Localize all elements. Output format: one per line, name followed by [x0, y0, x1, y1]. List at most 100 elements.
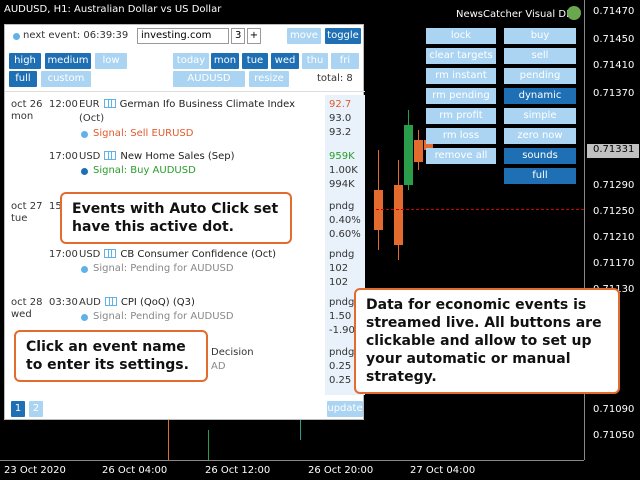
event-forecast: 1.00K — [329, 165, 358, 176]
source-select[interactable]: investing.com — [137, 28, 229, 44]
signal-dot — [81, 314, 88, 321]
event-time: 12:00 — [49, 99, 78, 110]
page-2-button[interactable]: 2 — [29, 401, 43, 417]
clear-targets-button[interactable]: clear targets — [426, 48, 496, 64]
time-label: 26 Oct 12:00 — [205, 465, 271, 476]
update-button[interactable]: update — [327, 401, 363, 417]
dynamic-button[interactable]: dynamic — [504, 88, 576, 104]
event-count-input[interactable]: 3 — [231, 28, 245, 44]
callout-auto-click: Events with Auto Click set have this act… — [60, 192, 292, 244]
simple-button[interactable]: simple — [504, 108, 576, 124]
filter-full-button[interactable]: full — [9, 71, 37, 87]
event-previous: 0.60% — [329, 229, 361, 240]
event-time: 03:30 — [49, 297, 78, 308]
callout-streamed: Data for economic events is streamed liv… — [354, 288, 620, 394]
event-signal: Signal: Pending for AUDUSD — [93, 263, 234, 274]
price-label: 0.71290 — [593, 180, 635, 191]
candle — [394, 185, 403, 245]
move-button[interactable]: move — [287, 28, 321, 44]
buy-button[interactable]: buy — [504, 28, 576, 44]
indicator-icon[interactable] — [567, 6, 581, 20]
event-currency: USD — [79, 249, 101, 260]
rm-loss-button[interactable]: rm loss — [426, 128, 496, 144]
time-label: 26 Oct 20:00 — [308, 465, 374, 476]
candle — [374, 190, 383, 230]
event-row[interactable]: EUR German Ifo Business Climate Index — [79, 99, 295, 110]
price-label: 0.71370 — [593, 88, 635, 99]
event-name[interactable]: Decision — [211, 347, 254, 358]
status-dot — [13, 33, 20, 40]
event-signal: Signal: Pending for AUDUSD — [93, 311, 234, 322]
price-label: 0.71470 — [593, 6, 635, 17]
symbol-button[interactable]: AUDUSD — [173, 71, 245, 87]
lock-button[interactable]: lock — [426, 28, 496, 44]
event-name-cont[interactable]: (Oct) — [79, 113, 104, 124]
current-price: 0.71331 — [587, 144, 639, 158]
event-row[interactable]: USD New Home Sales (Sep) — [79, 151, 235, 162]
sounds-button[interactable]: sounds — [504, 148, 576, 164]
event-actual: 92.7 — [329, 99, 352, 110]
rm-profit-button[interactable]: rm profit — [426, 108, 496, 124]
filter-tue-button[interactable]: tue — [242, 53, 268, 69]
filter-custom-button[interactable]: custom — [41, 71, 91, 87]
filter-medium-button[interactable]: medium — [45, 53, 91, 69]
pending-button[interactable]: pending — [504, 68, 576, 84]
price-label: 0.71250 — [593, 206, 635, 217]
next-event-timer: next event: 06:39:39 — [23, 30, 129, 41]
event-forecast: 102 — [329, 263, 349, 274]
toggle-button[interactable]: toggle — [325, 28, 361, 44]
rm-pending-button[interactable]: rm pending — [426, 88, 496, 104]
candle-wick — [208, 430, 209, 460]
candle-wick — [168, 420, 169, 460]
increment-button[interactable]: + — [247, 28, 261, 44]
remove-all-button[interactable]: remove all — [426, 148, 496, 164]
price-label: 0.71210 — [593, 232, 635, 243]
filter-today-button[interactable]: today — [173, 53, 209, 69]
event-name[interactable]: CPI (QoQ) (Q3) — [121, 297, 195, 308]
signal-dot — [81, 266, 88, 273]
price-label: 0.71450 — [593, 34, 635, 45]
event-date: oct 27 — [11, 201, 43, 212]
event-date: oct 26 — [11, 99, 43, 110]
filter-high-button[interactable]: high — [9, 53, 41, 69]
sell-button[interactable]: sell — [504, 48, 576, 64]
time-label: 23 Oct 2020 — [4, 465, 66, 476]
event-forecast: 0.40% — [329, 215, 361, 226]
chart-title: AUDUSD, H1: Australian Dollar vs US Doll… — [4, 4, 222, 15]
event-signal: Signal: Sell EURUSD — [93, 128, 194, 139]
filter-low-button[interactable]: low — [95, 53, 127, 69]
event-day: mon — [11, 111, 34, 122]
time-axis: 23 Oct 2020 26 Oct 04:00 26 Oct 12:00 26… — [0, 460, 584, 480]
filter-thu-button[interactable]: thu — [302, 53, 328, 69]
time-label: 26 Oct 04:00 — [102, 465, 168, 476]
indicator-title: NewsCatcher Visual DEV — [456, 9, 580, 20]
event-previous: 994K — [329, 179, 355, 190]
page-1-button[interactable]: 1 — [11, 401, 25, 417]
event-day: wed — [11, 309, 32, 320]
event-previous: 102 — [329, 277, 349, 288]
filter-wed-button[interactable]: wed — [271, 53, 299, 69]
event-row[interactable]: USD CB Consumer Confidence (Oct) — [79, 249, 276, 260]
filter-mon-button[interactable]: mon — [211, 53, 239, 69]
rm-instant-button[interactable]: rm instant — [426, 68, 496, 84]
event-name[interactable]: New Home Sales (Sep) — [120, 151, 234, 162]
candle — [404, 125, 413, 185]
event-actual: 959K — [329, 151, 355, 162]
event-time: 17:00 — [49, 151, 78, 162]
divider — [5, 91, 365, 92]
zero-now-button[interactable]: zero now — [504, 128, 576, 144]
callout-event-name: Click an event name to enter its setting… — [14, 330, 208, 382]
resize-button[interactable]: resize — [249, 71, 289, 87]
calendar-icon — [103, 99, 116, 108]
event-day: tue — [11, 213, 28, 224]
event-name[interactable]: German Ifo Business Climate Index — [120, 99, 295, 110]
event-actual: pndg — [329, 249, 355, 260]
filter-fri-button[interactable]: fri — [331, 53, 359, 69]
target-line — [376, 209, 584, 210]
event-name[interactable]: CB Consumer Confidence (Oct) — [120, 249, 276, 260]
event-currency: USD — [79, 151, 101, 162]
full-button[interactable]: full — [504, 168, 576, 184]
time-label: 27 Oct 04:00 — [410, 465, 476, 476]
event-date: oct 28 — [11, 297, 43, 308]
event-row[interactable]: AUD CPI (QoQ) (Q3) — [79, 297, 195, 308]
